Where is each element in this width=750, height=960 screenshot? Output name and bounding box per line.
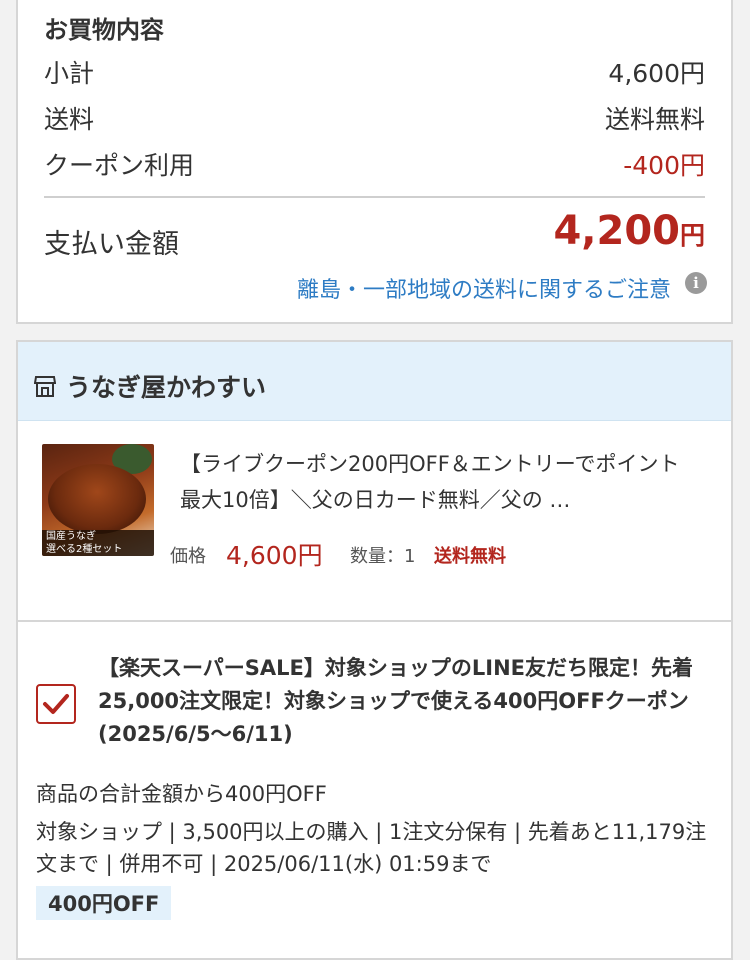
product-title[interactable]: 【ライブクーポン200円OFF＆エントリーでポイント最大10倍】＼父の日カード無… xyxy=(180,446,690,518)
subtotal-value: 4,600円 xyxy=(608,59,705,88)
shop-icon xyxy=(34,376,56,397)
shipping-notice-link[interactable]: 離島・一部地域の送料に関するご注意 xyxy=(297,272,671,304)
free-shipping-badge: 送料無料 xyxy=(434,546,506,567)
unagi-bowl-graphic xyxy=(48,464,146,534)
summary-divider xyxy=(44,196,705,198)
price-label: 価格 xyxy=(170,546,206,567)
total-value: 4,200円 xyxy=(553,208,705,254)
quantity-text: 数量：1 xyxy=(350,546,416,567)
coupon-description: 商品の合計金額から400円OFF xyxy=(36,782,327,806)
product-image-caption: 国産うなぎ 選べる2種セット xyxy=(42,530,154,556)
shop-header: うなぎ屋かわすい xyxy=(18,342,731,421)
coupon-discount-badge: 400円OFF xyxy=(36,886,172,920)
info-icon[interactable]: i xyxy=(685,272,707,294)
price-value: 4,600円 xyxy=(226,541,323,570)
caption-line-1: 国産うなぎ xyxy=(46,531,96,542)
total-amount: 4,200 xyxy=(553,208,680,254)
total-unit: 円 xyxy=(679,221,705,250)
shop-divider xyxy=(18,620,731,622)
shop-panel: うなぎ屋かわすい 国産うなぎ 選べる2種セット 【ライブクーポン200円OFF＆… xyxy=(16,340,733,960)
summary-title: お買物内容 xyxy=(44,16,164,44)
caption-line-2: 選べる2種セット xyxy=(46,544,123,555)
product-image[interactable]: 国産うなぎ 選べる2種セット xyxy=(42,444,154,556)
order-summary-panel: お買物内容 小計 4,600円 送料 送料無料 クーポン利用 -400円 支払い… xyxy=(16,0,733,324)
coupon-title: 【楽天スーパーSALE】対象ショップのLINE友だち限定！先着25,000注文限… xyxy=(98,656,694,746)
checkmark-icon xyxy=(43,694,69,714)
shop-name[interactable]: うなぎ屋かわすい xyxy=(66,368,266,404)
shipping-value: 送料無料 xyxy=(604,105,705,134)
total-label: 支払い金額 xyxy=(44,229,179,260)
subtotal-label: 小計 xyxy=(44,59,95,88)
coupon-discount-value: -400円 xyxy=(623,151,705,180)
coupon-conditions: 対象ショップ | 3,500円以上の購入 | 1注文分保有 | 先着あと11,1… xyxy=(36,820,707,876)
shipping-label: 送料 xyxy=(44,105,95,134)
coupon-checkbox[interactable] xyxy=(36,684,76,724)
coupon-label: クーポン利用 xyxy=(44,151,195,180)
